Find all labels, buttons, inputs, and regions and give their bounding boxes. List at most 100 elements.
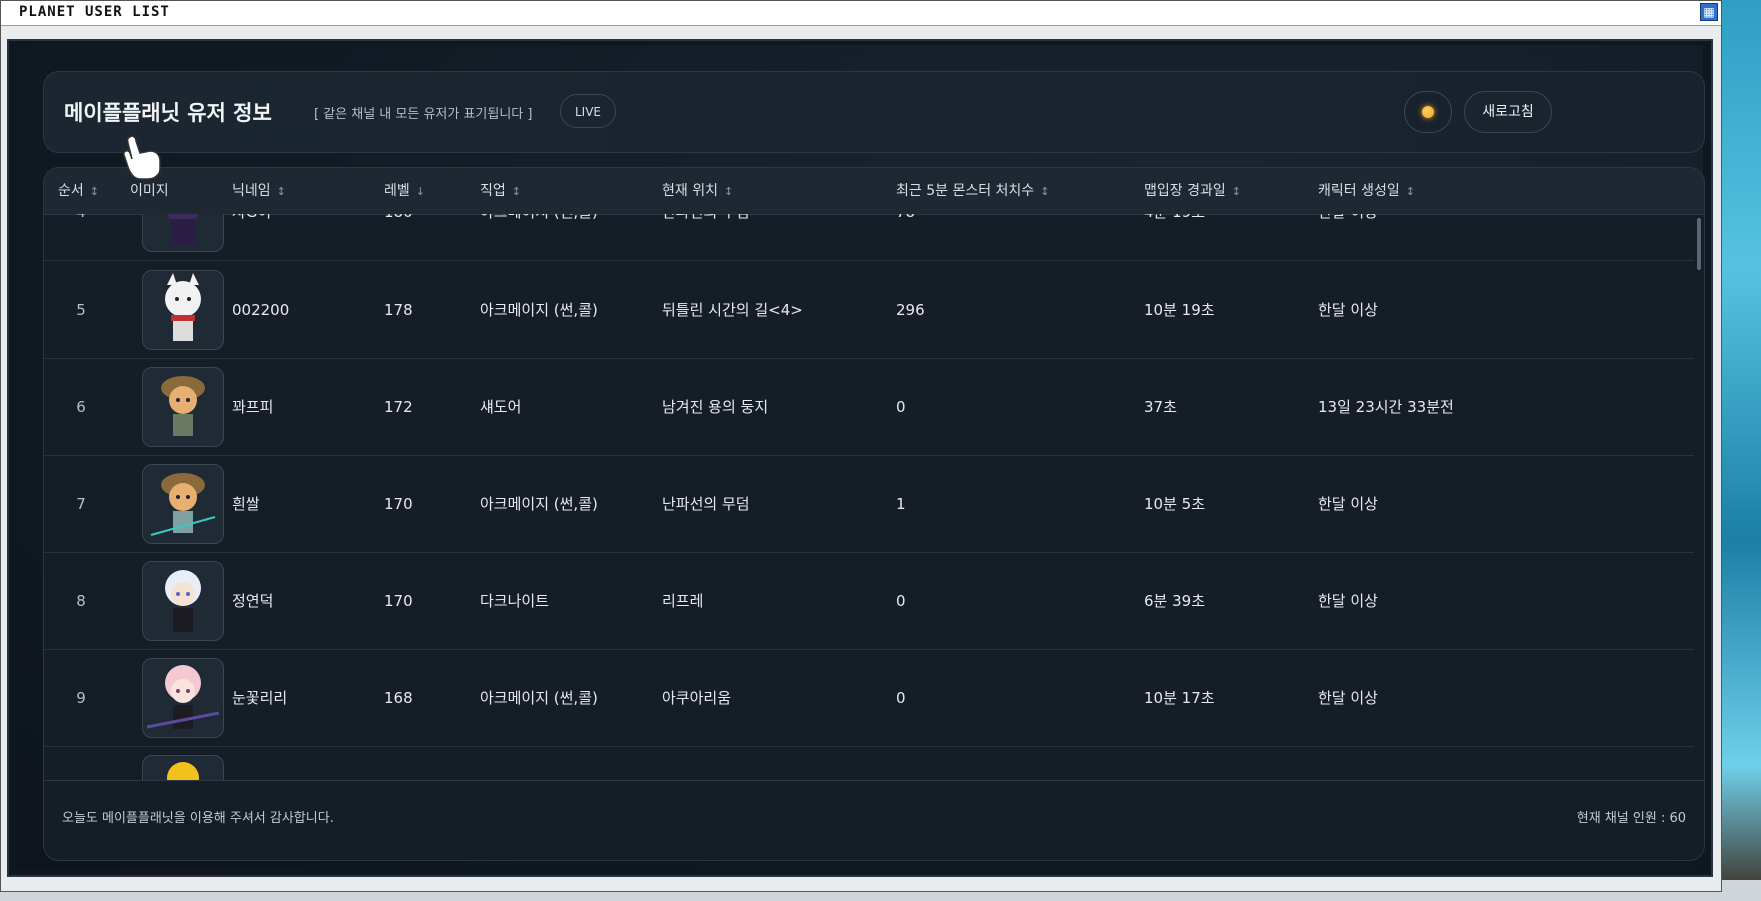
row-created: 한달 이상 (1318, 214, 1378, 261)
page-title: 메이플플래닛 유저 정보 (64, 101, 272, 125)
row-location: 난파선의 무덤 (662, 495, 750, 513)
window-frame: 메이플플래닛 유저 정보 [ 같은 채널 내 모든 유저가 표기됩니다 ] LI… (7, 39, 1713, 877)
row-nickname: 꽈프피 (232, 398, 274, 416)
sort-icon: ↕ (1231, 185, 1241, 198)
row-kills: 1 (896, 495, 906, 513)
sort-icon: ↕ (1405, 185, 1415, 198)
table-footer: 오늘도 메이플플래닛을 이용해 주셔서 감사합니다. 현재 채널 인원 : 60 (44, 780, 1704, 860)
row-job: 아크메이지 (썬,콜) (480, 301, 598, 319)
sort-icon: ↕ (511, 185, 521, 198)
row-location: 남겨진 용의 둥지 (662, 398, 769, 416)
row-elapsed: 10분 19초 (1144, 301, 1215, 319)
table-body[interactable]: 4 자G이 180 아크메이지 (썬,콜) 난파선의 무덤 78 4분 19초 … (44, 214, 1694, 780)
row-order: 6 (76, 398, 86, 416)
status-indicator-button[interactable] (1404, 91, 1452, 133)
row-order: 5 (76, 301, 86, 319)
row-nickname: 정연덕 (232, 592, 274, 610)
row-level: 170 (384, 495, 413, 513)
row-elapsed: 6분 39초 (1144, 592, 1205, 610)
window-title: PLANET USER LIST (19, 4, 170, 20)
scrollbar-thumb[interactable] (1697, 218, 1701, 270)
column-header-kills[interactable]: 최근 5분 몬스터 처치수 ↕ (896, 168, 1049, 214)
header-card: 메이플플래닛 유저 정보 [ 같은 채널 내 모든 유저가 표기됩니다 ] LI… (43, 71, 1705, 153)
refresh-button[interactable]: 새로고침 (1464, 91, 1552, 133)
row-elapsed: 10분 5초 (1144, 495, 1205, 513)
row-job: 섀도어 (480, 398, 522, 416)
column-header-job[interactable]: 직업 ↕ (480, 168, 521, 214)
character-avatar (142, 214, 224, 252)
row-job: 다크나이트 (480, 592, 550, 610)
row-kills: 78 (896, 214, 915, 261)
row-kills: 0 (896, 398, 906, 416)
row-location: 리프레 (662, 592, 704, 610)
column-header-order[interactable]: 순서 ↕ (58, 168, 99, 214)
row-created: 한달 이상 (1318, 592, 1378, 610)
row-order: 7 (76, 495, 86, 513)
close-icon[interactable]: ▦ (1700, 3, 1718, 21)
table-row[interactable]: 9 눈꽃리리 168 아크메이지 (썬,콜) 아쿠아리움 0 10분 17초 한… (44, 650, 1694, 747)
window-titlebar[interactable]: PLANET USER LIST ▦ (1, 1, 1721, 26)
character-avatar (142, 658, 224, 738)
table-scrollbar[interactable] (1695, 214, 1703, 780)
channel-user-count: 현재 채널 인원 : 60 (1576, 811, 1686, 826)
column-header-level[interactable]: 레벨 ↓ (384, 168, 425, 214)
character-avatar (142, 270, 224, 350)
sort-desc-icon: ↓ (415, 185, 425, 198)
sort-icon: ↕ (1040, 185, 1050, 198)
row-order: 9 (76, 689, 86, 707)
table-row[interactable]: 7 흰쌀 170 아크메이지 (썬,콜) 난파선의 무덤 1 10분 5초 한달… (44, 456, 1694, 553)
row-nickname: 002200 (232, 301, 290, 319)
row-job: 아크메이지 (썬,콜) (480, 689, 598, 707)
row-elapsed: 37초 (1144, 398, 1177, 416)
sort-icon: ↕ (89, 185, 99, 198)
row-level: 178 (384, 301, 413, 319)
page-subtitle: [ 같은 채널 내 모든 유저가 표기됩니다 ] (314, 107, 533, 122)
hand-cursor-icon (123, 135, 161, 180)
character-avatar (142, 561, 224, 641)
sort-icon: ↕ (276, 185, 286, 198)
row-order: 8 (76, 592, 86, 610)
row-nickname: 자G이 (232, 214, 271, 261)
user-table: 순서 ↕ 이미지 닉네임 ↕ 레벨 ↓ 직업 ↕ 현재 위치 ↕ 최근 5분 몬스터 처치… (43, 167, 1705, 861)
table-row[interactable]: 5 002200 178 아크메이지 (썬,콜) 뒤틀린 시간의 길<4> 29… (44, 262, 1694, 359)
footer-message: 오늘도 메이플플래닛을 이용해 주셔서 감사합니다. (62, 811, 334, 826)
row-kills: 0 (896, 592, 906, 610)
row-created: 한달 이상 (1318, 689, 1378, 707)
column-header-created[interactable]: 캐릭터 생성일 ↕ (1318, 168, 1415, 214)
row-job: 아크메이지 (썬,콜) (480, 214, 598, 261)
status-dot-icon (1422, 106, 1434, 118)
row-created: 13일 23시간 33분전 (1318, 398, 1454, 416)
row-elapsed: 4분 19초 (1144, 214, 1205, 261)
planet-user-list-window: PLANET USER LIST ▦ 메이플플래닛 유저 정보 [ 같은 채널 … (0, 0, 1722, 892)
row-elapsed: 10분 17초 (1144, 689, 1215, 707)
row-kills: 296 (896, 301, 925, 319)
row-level: 168 (384, 689, 413, 707)
character-avatar (142, 464, 224, 544)
row-order: 4 (52, 214, 110, 261)
character-avatar (142, 367, 224, 447)
column-header-nickname[interactable]: 닉네임 ↕ (232, 168, 286, 214)
table-row[interactable]: 8 정연덕 170 다크나이트 리프레 0 6분 39초 한달 이상 (44, 553, 1694, 650)
table-row[interactable] (44, 747, 1694, 780)
column-header-elapsed[interactable]: 맵입장 경과일 ↕ (1144, 168, 1241, 214)
live-badge: LIVE (560, 94, 617, 128)
table-header: 순서 ↕ 이미지 닉네임 ↕ 레벨 ↓ 직업 ↕ 현재 위치 ↕ 최근 5분 몬스터 처치… (44, 168, 1704, 215)
row-level: 180 (384, 214, 413, 261)
row-kills: 0 (896, 689, 906, 707)
sort-icon: ↕ (723, 185, 734, 198)
row-created: 한달 이상 (1318, 301, 1378, 319)
row-nickname: 눈꽃리리 (232, 689, 288, 707)
content-area: 메이플플래닛 유저 정보 [ 같은 채널 내 모든 유저가 표기됩니다 ] LI… (17, 45, 1705, 869)
table-row[interactable]: 4 자G이 180 아크메이지 (썬,콜) 난파선의 무덤 78 4분 19초 … (44, 214, 1694, 261)
character-avatar (142, 755, 224, 780)
row-created: 한달 이상 (1318, 495, 1378, 513)
row-location: 난파선의 무덤 (662, 214, 750, 261)
column-header-location[interactable]: 현재 위치 ↕ (662, 168, 733, 214)
row-job: 아크메이지 (썬,콜) (480, 495, 598, 513)
row-location: 아쿠아리움 (662, 689, 732, 707)
row-nickname: 흰쌀 (232, 495, 260, 513)
row-level: 172 (384, 398, 413, 416)
row-level: 170 (384, 592, 413, 610)
table-row[interactable]: 6 꽈프피 172 섀도어 남겨진 용의 둥지 0 37초 13일 23시간 3… (44, 359, 1694, 456)
row-location: 뒤틀린 시간의 길<4> (662, 301, 803, 319)
